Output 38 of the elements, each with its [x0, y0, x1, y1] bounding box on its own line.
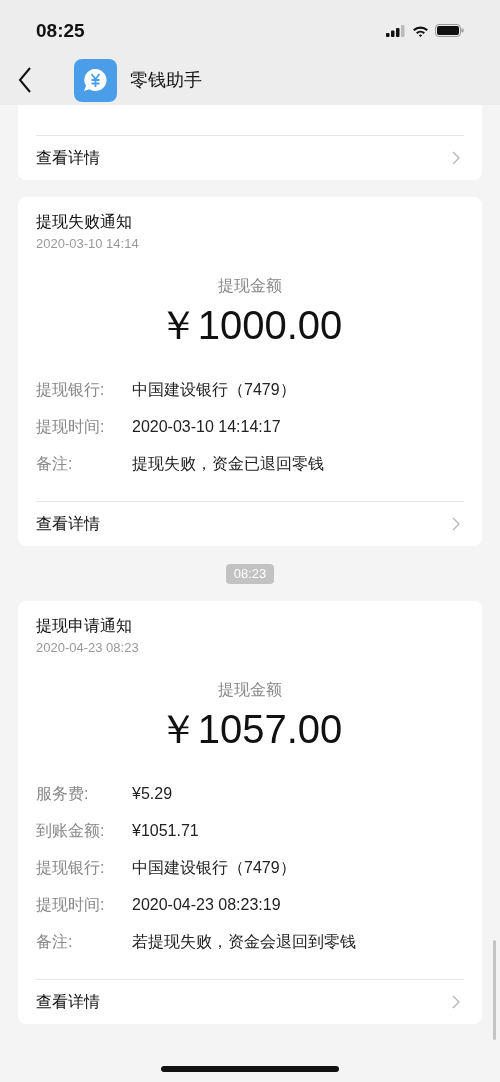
chevron-right-icon — [452, 517, 460, 531]
view-details-link[interactable]: 查看详情 — [36, 980, 464, 1024]
status-time: 08:25 — [36, 19, 85, 42]
amount-label: 提现金额 — [217, 680, 283, 700]
notice-date: 2020-04-23 08:23 — [36, 639, 140, 657]
field-label: 到账金额: — [36, 821, 106, 841]
field-label: 服务费: — [36, 784, 90, 804]
field-label: 备注: — [36, 454, 74, 474]
field-value: 2020-04-23 08:23:19 — [132, 895, 281, 915]
field-label: 备注: — [36, 932, 74, 952]
time-stamp: 08:23 — [225, 564, 275, 584]
field-value: 中国建设银行（7479） — [132, 858, 296, 878]
wifi-icon — [412, 24, 429, 37]
view-details-link[interactable]: 查看详情 — [36, 136, 464, 180]
field-label: 提现银行: — [36, 858, 106, 878]
chevron-right-icon — [452, 151, 460, 165]
view-details-link[interactable]: 查看详情 — [36, 502, 464, 546]
chat-title: 零钱助手 — [130, 69, 202, 92]
amount-label: 提现金额 — [217, 276, 283, 296]
back-icon[interactable] — [18, 67, 32, 93]
signal-icon — [386, 24, 406, 37]
field-value: 提现失败，资金已退回零钱 — [132, 454, 324, 474]
field-value: ¥5.29 — [132, 784, 173, 804]
field-value: ¥1051.71 — [132, 821, 199, 841]
notice-title: 提现失败通知 — [36, 212, 133, 232]
app-avatar-icon — [74, 58, 117, 102]
notice-title: 提现申请通知 — [36, 616, 133, 636]
field-label: 提现时间: — [36, 895, 106, 915]
amount-value: ￥1057.00 — [156, 706, 344, 752]
field-value: 若提现失败，资金会退回到零钱 — [132, 932, 356, 952]
chevron-right-icon — [452, 995, 460, 1009]
field-value: 中国建设银行（7479） — [132, 380, 296, 400]
field-label: 提现时间: — [36, 417, 106, 437]
field-label: 提现银行: — [36, 380, 106, 400]
field-value: 2020-03-10 14:14:17 — [132, 417, 281, 437]
battery-icon — [435, 24, 464, 37]
amount-value: ￥1000.00 — [156, 302, 344, 348]
notice-date: 2020-03-10 14:14 — [36, 235, 140, 253]
